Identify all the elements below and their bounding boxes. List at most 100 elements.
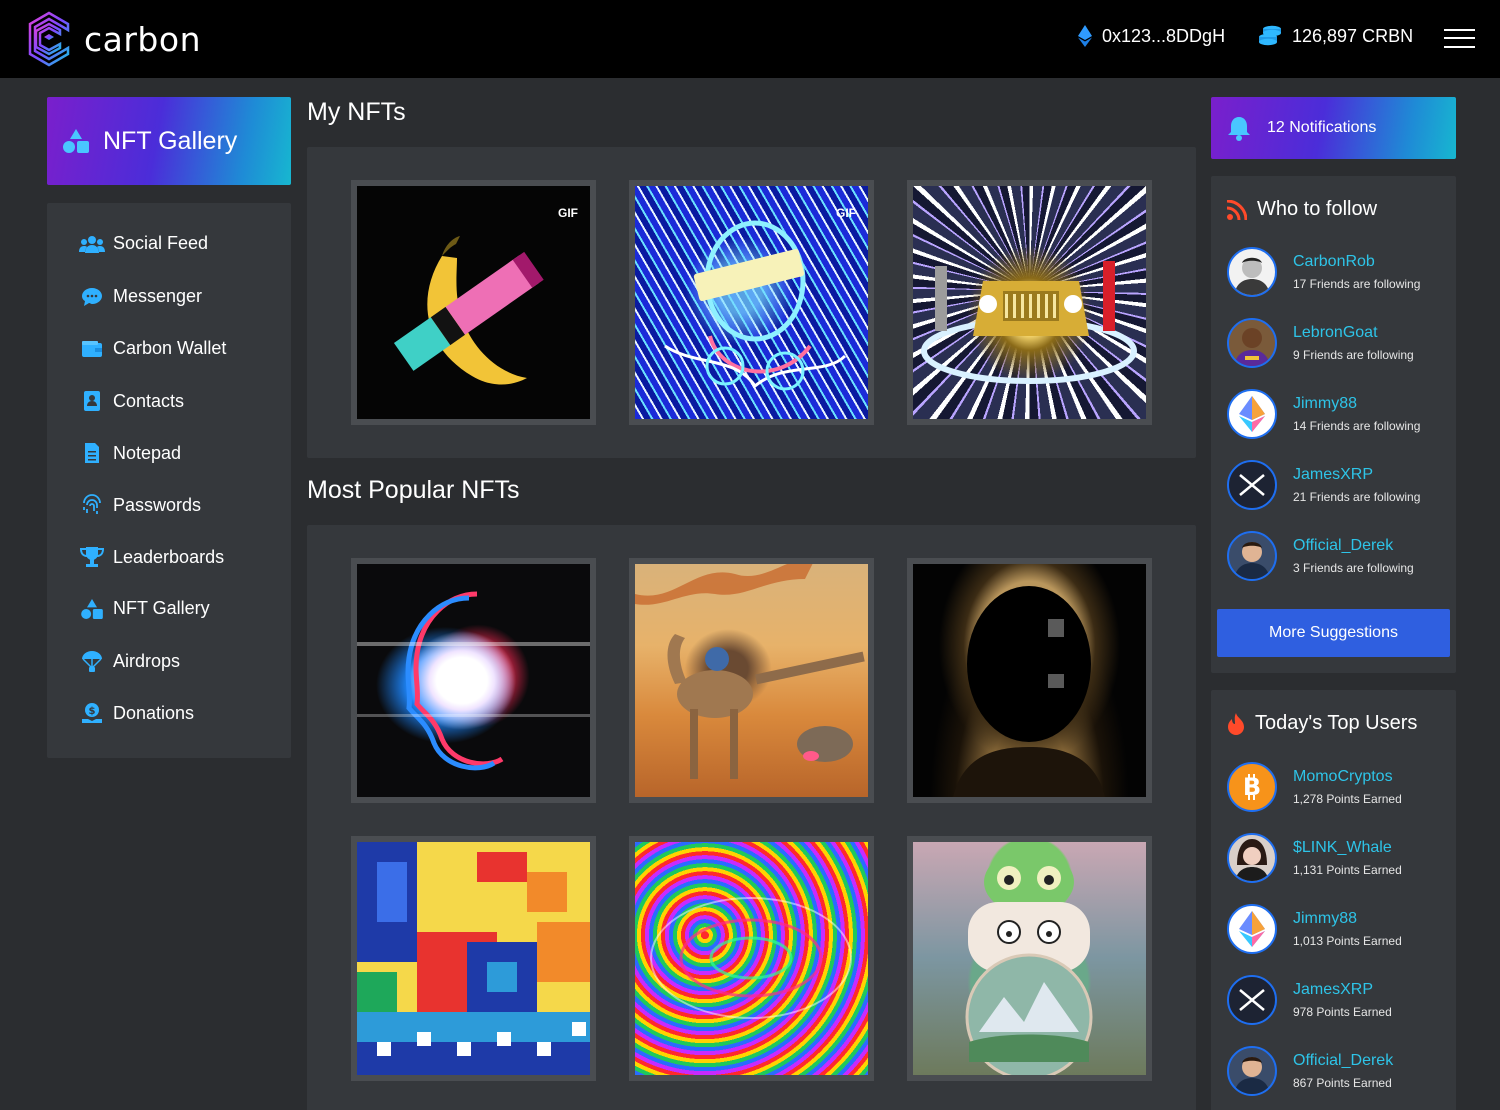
user-name-link[interactable]: Official_Derek [1293, 537, 1414, 555]
ethereum-icon [1239, 396, 1265, 432]
user-name-link[interactable]: Jimmy88 [1293, 395, 1420, 413]
user-followers-count: 3 Friends are following [1293, 561, 1414, 575]
nft-card[interactable] [629, 836, 874, 1081]
nft-card[interactable] [907, 558, 1152, 803]
pixel-art [357, 842, 590, 1075]
top-user[interactable]: $LINK_Whale 1,131 Points Earned [1227, 833, 1402, 883]
token-balance[interactable]: 126,897 CRBN [1258, 25, 1413, 47]
shapes-icon [79, 598, 105, 619]
gif-badge: GIF [836, 206, 856, 220]
coins-icon [1259, 25, 1281, 46]
wallet-address-text: 0x123...8DDgH [1102, 25, 1226, 46]
sidebar-item-label: Carbon Wallet [113, 338, 227, 358]
user-followers-count: 17 Friends are following [1293, 277, 1421, 291]
avatar [1227, 460, 1277, 510]
sidebar-item-nft-gallery[interactable]: NFT Gallery [79, 598, 210, 619]
carbon-logo[interactable]: carbon [26, 10, 201, 68]
suggested-user[interactable]: JamesXRP 21 Friends are following [1227, 460, 1420, 510]
chat-bubble-icon [79, 287, 105, 307]
user-name-link[interactable]: Jimmy88 [1293, 910, 1402, 928]
nft-image [913, 186, 1146, 419]
user-name-link[interactable]: JamesXRP [1293, 981, 1392, 999]
sidebar-nav: Social Feed Messenger Carbon Wallet Cont… [47, 203, 291, 758]
user-name-link[interactable]: $LINK_Whale [1293, 839, 1402, 857]
wallet-icon [79, 340, 105, 358]
avatar [1227, 833, 1277, 883]
banana-art [393, 236, 544, 385]
who-to-follow-header: Who to follow [1227, 198, 1377, 221]
most-popular-title: Most Popular NFTs [307, 476, 520, 504]
nft-card[interactable] [907, 180, 1152, 425]
donation-icon: $ [79, 702, 105, 724]
sidebar-item-leaderboards[interactable]: Leaderboards [79, 546, 224, 568]
sidebar-item-social-feed[interactable]: Social Feed [79, 233, 208, 254]
xrp-icon [1239, 989, 1265, 1011]
sidebar-item-label: Contacts [113, 390, 185, 411]
avatar [1227, 389, 1277, 439]
gold-car-art [921, 261, 1137, 384]
nft-card[interactable] [907, 836, 1152, 1081]
avatar [1227, 247, 1277, 297]
suggested-user[interactable]: Jimmy88 14 Friends are following [1227, 389, 1420, 439]
nft-card[interactable] [351, 836, 596, 1081]
nft-gallery-card[interactable]: NFT Gallery [47, 97, 291, 185]
menu-line [1444, 29, 1475, 31]
user-points: 1,013 Points Earned [1293, 934, 1402, 948]
nft-card[interactable] [351, 558, 596, 803]
user-followers-count: 21 Friends are following [1293, 490, 1421, 504]
wallet-address[interactable]: 0x123...8DDgH [1078, 25, 1225, 47]
user-name-link[interactable]: JamesXRP [1293, 466, 1420, 484]
avatar [1227, 531, 1277, 581]
nft-image [357, 564, 590, 797]
sidebar-item-label: Leaderboards [113, 546, 225, 567]
sidebar-item-airdrops[interactable]: Airdrops [79, 650, 180, 672]
top-user[interactable]: Official_Derek 867 Points Earned [1227, 1046, 1393, 1096]
contacts-icon [79, 390, 105, 412]
sidebar-item-carbon-wallet[interactable]: Carbon Wallet [79, 338, 226, 359]
hamburger-menu-icon[interactable] [1444, 27, 1475, 49]
nft-card[interactable] [629, 558, 874, 803]
top-user[interactable]: B MomoCryptos 1,278 Points Earned [1227, 762, 1402, 812]
user-points: 978 Points Earned [1293, 1005, 1392, 1019]
sidebar-item-notepad[interactable]: Notepad [79, 442, 181, 464]
sidebar-item-label: NFT Gallery [113, 598, 210, 618]
user-name-link[interactable]: CarbonRob [1293, 253, 1420, 271]
more-suggestions-button[interactable]: More Suggestions [1217, 609, 1450, 657]
top-user[interactable]: Jimmy88 1,013 Points Earned [1227, 904, 1402, 954]
fingerprint-icon [79, 494, 105, 516]
user-name-link[interactable]: LebronGoat [1293, 324, 1414, 342]
avatar [1227, 904, 1277, 954]
avatar: B [1227, 762, 1277, 812]
psychedelic-art [650, 897, 852, 1019]
sidebar-item-passwords[interactable]: Passwords [79, 494, 201, 516]
nft-image: GIF [357, 186, 590, 419]
user-name-link[interactable]: Official_Derek [1293, 1052, 1393, 1070]
sidebar-item-donations[interactable]: $ Donations [79, 702, 194, 724]
nft-card[interactable]: GIF [351, 180, 596, 425]
top-users-title: Today's Top Users [1255, 712, 1418, 734]
nft-image [913, 842, 1146, 1075]
top-user[interactable]: JamesXRP 978 Points Earned [1227, 975, 1392, 1025]
notifications-label: 12 Notifications [1267, 119, 1377, 136]
nft-card[interactable]: GIF [629, 180, 874, 425]
sidebar-item-label: Airdrops [113, 650, 181, 671]
sidebar-item-messenger[interactable]: Messenger [79, 286, 202, 307]
xrp-icon [1239, 474, 1265, 496]
notifications-button[interactable]: 12 Notifications [1211, 97, 1456, 159]
user-name-link[interactable]: MomoCryptos [1293, 768, 1402, 786]
suggested-user[interactable]: LebronGoat 9 Friends are following [1227, 318, 1414, 368]
suggested-user[interactable]: Official_Derek 3 Friends are following [1227, 531, 1414, 581]
bitcoin-icon: B [1243, 773, 1261, 801]
fire-icon [1228, 712, 1244, 735]
sidebar-item-label: Donations [113, 702, 195, 723]
avatar [1227, 318, 1277, 368]
sidebar-item-contacts[interactable]: Contacts [79, 390, 184, 412]
user-points: 1,278 Points Earned [1293, 792, 1402, 806]
top-users-panel: Today's Top Users B MomoCryptos 1,278 Po… [1211, 690, 1456, 1110]
top-users-header: Today's Top Users [1227, 712, 1417, 735]
user-points: 867 Points Earned [1293, 1076, 1392, 1090]
ethereum-icon [1239, 911, 1265, 947]
suggested-user[interactable]: CarbonRob 17 Friends are following [1227, 247, 1420, 297]
top-bar: carbon 0x123...8DDgH 126,897 CRBN [0, 0, 1500, 78]
logo-text: carbon [84, 19, 201, 59]
